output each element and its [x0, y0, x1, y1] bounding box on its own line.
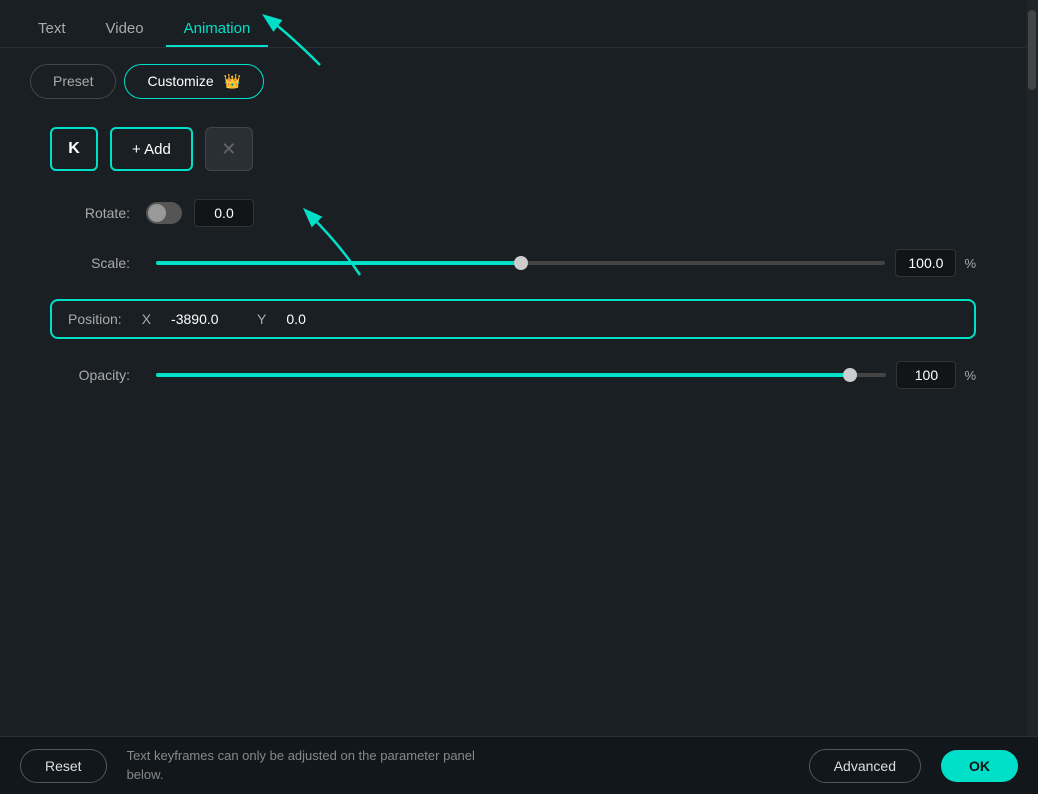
position-y-value[interactable]: 0.0	[286, 311, 356, 327]
rotate-row: Rotate: 0.0	[50, 199, 976, 227]
scale-slider-thumb[interactable]	[514, 256, 528, 270]
advanced-button[interactable]: Advanced	[809, 749, 921, 783]
tab-video[interactable]: Video	[88, 12, 162, 47]
position-box: Position: X -3890.0 Y 0.0	[50, 299, 976, 339]
tab-text[interactable]: Text	[20, 12, 84, 47]
bottom-bar: Reset Text keyframes can only be adjuste…	[0, 736, 1038, 794]
position-x-label: X	[142, 311, 151, 327]
crown-icon: 👑	[224, 73, 241, 89]
main-content: Preset Customize 👑 K + Add ✕ Rotate: 0.0…	[0, 48, 1026, 427]
rotate-toggle-thumb	[148, 204, 166, 222]
scale-value[interactable]: 100.0	[895, 249, 956, 277]
bottom-message: Text keyframes can only be adjusted on t…	[127, 747, 789, 783]
keyframe-delete-button[interactable]: ✕	[205, 127, 253, 171]
scrollbar[interactable]	[1026, 0, 1038, 794]
scrollbar-thumb[interactable]	[1028, 10, 1036, 90]
controls-area: K + Add ✕ Rotate: 0.0 Scale: 100.0 %	[30, 127, 996, 389]
sub-tabs: Preset Customize 👑	[30, 64, 996, 99]
position-y-label: Y	[257, 311, 266, 327]
sub-tab-preset[interactable]: Preset	[30, 64, 116, 99]
scale-label: Scale:	[50, 255, 130, 271]
opacity-slider[interactable]	[156, 372, 886, 378]
keyframe-row: K + Add ✕	[50, 127, 976, 171]
sub-tab-customize-label: Customize	[147, 73, 213, 89]
scale-row: Scale: 100.0 %	[50, 249, 976, 277]
keyframe-k-button[interactable]: K	[50, 127, 98, 171]
opacity-value[interactable]: 100	[896, 361, 956, 389]
position-x-value[interactable]: -3890.0	[171, 311, 241, 327]
scale-slider-fill	[156, 261, 521, 265]
rotate-value[interactable]: 0.0	[194, 199, 254, 227]
scale-slider[interactable]	[156, 260, 885, 266]
position-main-label: Position:	[68, 311, 122, 327]
opacity-row: Opacity: 100 %	[50, 361, 976, 389]
opacity-unit: %	[964, 368, 976, 383]
opacity-label: Opacity:	[50, 367, 130, 383]
rotate-label: Rotate:	[50, 205, 130, 221]
tab-animation[interactable]: Animation	[166, 12, 269, 47]
top-tabs-bar: Text Video Animation	[0, 0, 1038, 48]
ok-button[interactable]: OK	[941, 750, 1018, 782]
reset-button[interactable]: Reset	[20, 749, 107, 783]
opacity-slider-fill	[156, 373, 850, 377]
scale-unit: %	[964, 256, 976, 271]
rotate-toggle[interactable]	[146, 202, 182, 224]
opacity-slider-thumb[interactable]	[843, 368, 857, 382]
keyframe-add-button[interactable]: + Add	[110, 127, 193, 171]
position-row: Position: X -3890.0 Y 0.0	[50, 299, 976, 339]
sub-tab-customize[interactable]: Customize 👑	[124, 64, 263, 99]
